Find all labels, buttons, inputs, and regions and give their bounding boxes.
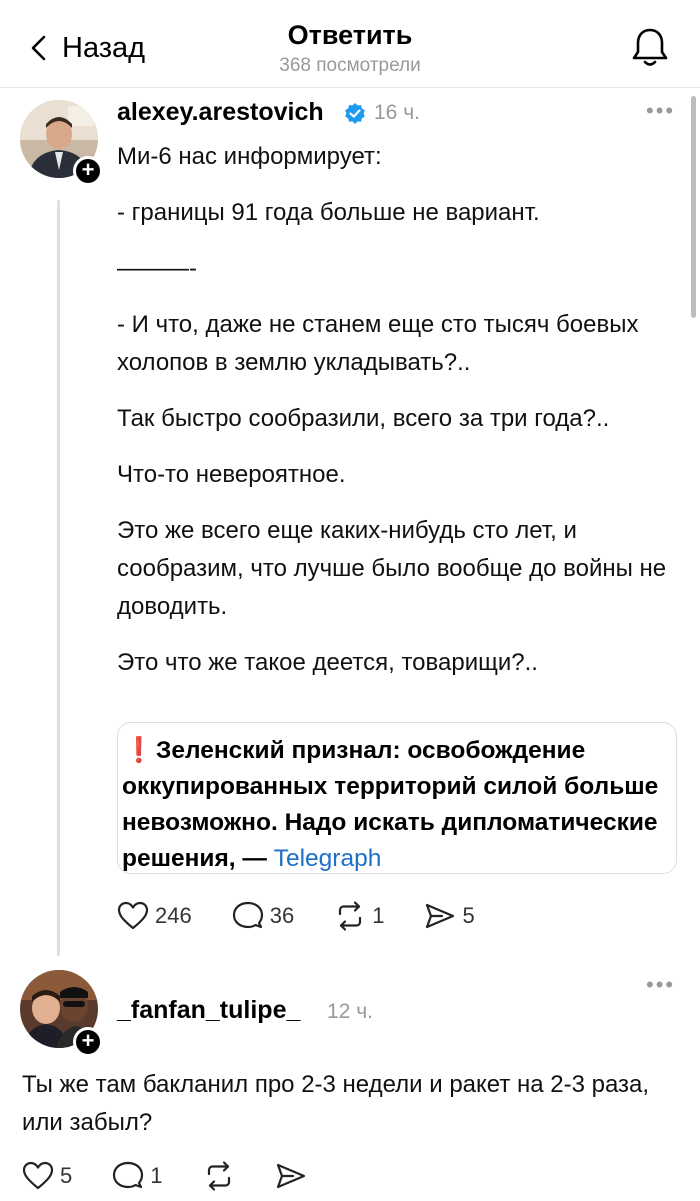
thread-line xyxy=(57,200,60,956)
reply-more-options-icon[interactable]: ••• xyxy=(646,972,675,998)
post-paragraph: Это что же такое деется, товарищи?.. xyxy=(117,649,538,676)
heart-icon xyxy=(22,1161,54,1190)
reply-comment-count: 1 xyxy=(150,1163,163,1188)
repost-icon xyxy=(339,901,362,931)
repost-icon xyxy=(207,1161,230,1191)
exclamation-icon: ❗ xyxy=(123,737,155,764)
post-paragraph: - границы 91 года больше не вариант. xyxy=(117,199,540,226)
post-paragraph: Что-то невероятное. xyxy=(117,461,346,488)
heart-icon xyxy=(117,901,149,930)
link-source[interactable]: Telegraph xyxy=(274,845,382,872)
send-icon xyxy=(276,1163,305,1189)
reply-follow-plus-button[interactable]: + xyxy=(73,1027,103,1057)
reply-share-button[interactable] xyxy=(275,1160,307,1192)
comment-count: 36 xyxy=(269,903,295,928)
chevron-left-icon xyxy=(31,35,46,61)
view-count: 368 посмотрели xyxy=(279,55,421,76)
like-count: 246 xyxy=(155,903,192,928)
reply-actions: 5 1 xyxy=(22,1160,347,1192)
reply-text: Ты же там бакланил про 2-3 недели и раке… xyxy=(22,1071,650,1136)
bell-icon[interactable] xyxy=(630,26,670,68)
follow-plus-button[interactable]: + xyxy=(73,156,103,186)
post-paragraph: - И что, даже не станем еще сто тысяч бо… xyxy=(117,311,639,376)
page-title: Ответить xyxy=(287,20,413,50)
reply-time: 12 ч. xyxy=(327,1000,373,1023)
link-headline: Зеленский признал: освобождение оккупиро… xyxy=(122,737,659,872)
post-paragraph: Это же всего еще каких-нибудь сто лет, и… xyxy=(117,517,667,620)
share-button[interactable]: 5 xyxy=(424,900,475,932)
more-options-icon[interactable]: ••• xyxy=(646,98,675,124)
like-button[interactable]: 246 xyxy=(117,900,192,932)
send-icon xyxy=(426,903,455,929)
comment-button[interactable]: 36 xyxy=(232,900,294,932)
reply-like-count: 5 xyxy=(60,1163,73,1188)
reply-like-button[interactable]: 5 xyxy=(22,1160,72,1192)
share-count: 5 xyxy=(462,903,475,928)
comment-bubble-icon xyxy=(113,1161,144,1189)
post-paragraph: Так быстро сообразили, всего за три года… xyxy=(117,405,610,432)
header-title-block: Ответить 368 посмотрели xyxy=(200,18,500,77)
post-body: Ми-6 нас информирует: - границы 91 года … xyxy=(117,138,677,682)
verified-badge-icon xyxy=(345,103,365,124)
repost-count: 1 xyxy=(372,903,385,928)
link-preview-card[interactable]: ❗Зеленский признал: освобождение оккупир… xyxy=(117,722,677,874)
comment-bubble-icon xyxy=(232,901,263,929)
link-preview-text: ❗Зеленский признал: освобождение оккупир… xyxy=(122,733,660,877)
back-label: Назад xyxy=(62,31,146,64)
reply-repost-button[interactable] xyxy=(203,1160,235,1192)
repost-button[interactable]: 1 xyxy=(334,900,384,932)
scrollbar[interactable] xyxy=(691,96,696,318)
post-time: 16 ч. xyxy=(374,101,420,124)
post-actions: 246 36 1 5 xyxy=(117,900,515,932)
reply-username[interactable]: _fanfan_tulipe_ xyxy=(117,996,300,1025)
post-paragraph: ———- xyxy=(117,255,197,282)
reply-comment-button[interactable]: 1 xyxy=(112,1160,163,1192)
post-username[interactable]: alexey.arestovich xyxy=(117,98,324,127)
top-bar: Назад Ответить 368 посмотрели xyxy=(0,0,700,88)
back-button[interactable]: Назад xyxy=(28,28,145,68)
post-paragraph: Ми-6 нас информирует: xyxy=(117,143,382,170)
